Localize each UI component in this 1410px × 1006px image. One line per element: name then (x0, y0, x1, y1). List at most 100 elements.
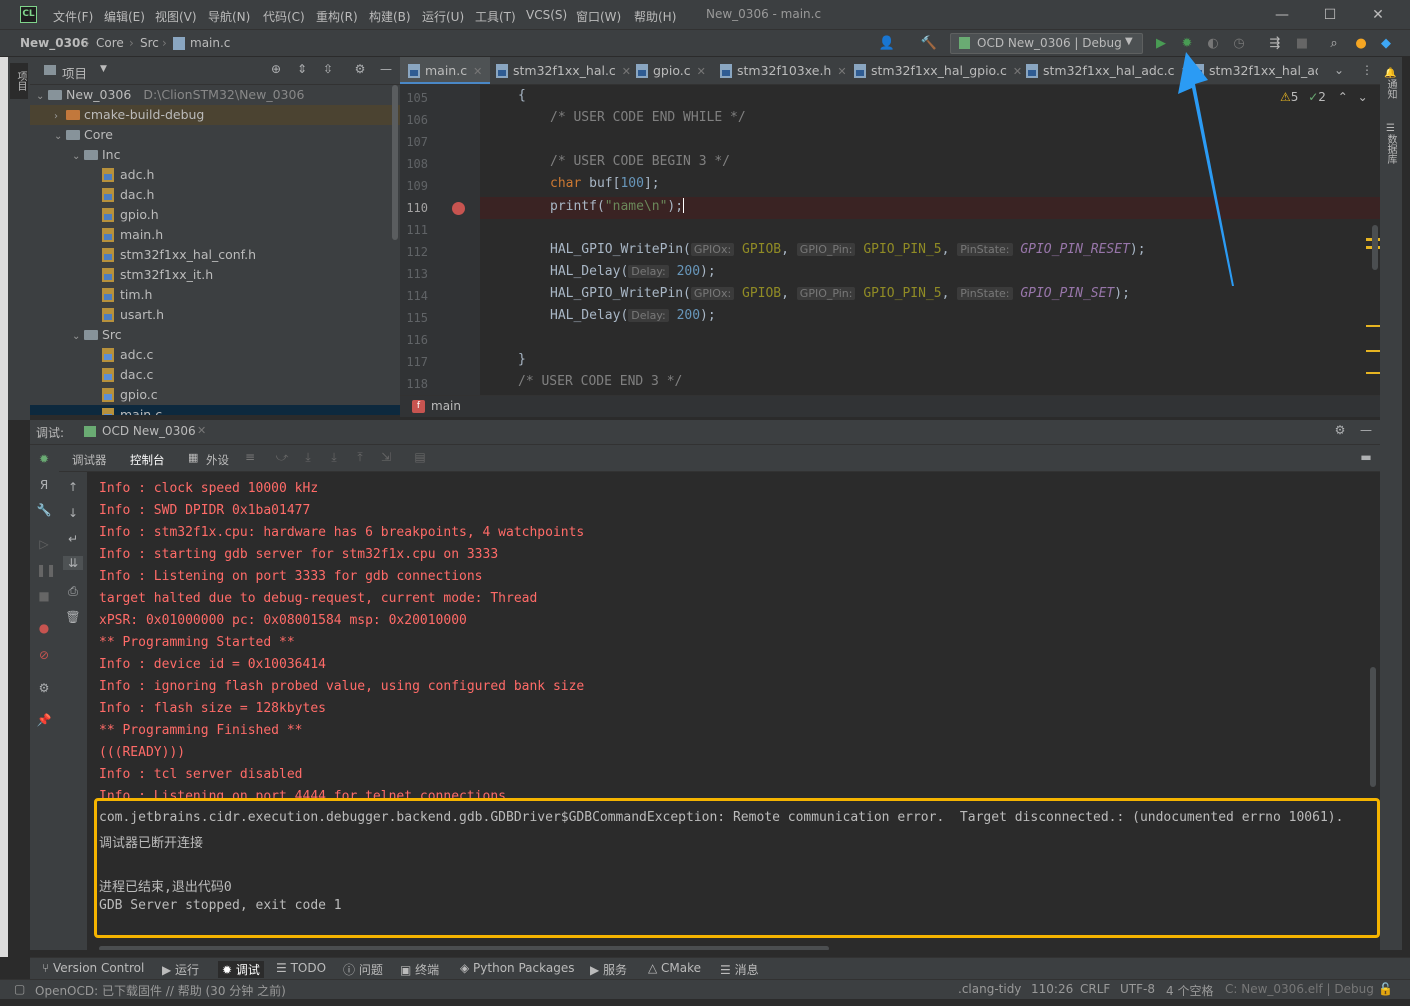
restore-layout-icon[interactable]: ▬ (1358, 450, 1374, 464)
collapse-all-icon[interactable]: ⇳ (320, 62, 336, 76)
tool-services[interactable]: ▶ 服务 (590, 961, 627, 978)
project-panel-title[interactable]: 项目 (62, 63, 87, 82)
user-icon[interactable]: 👤 (878, 35, 896, 52)
toggle-tool-windows-icon[interactable]: ▢ (14, 982, 25, 996)
tab-stm32f1xx-hal-c[interactable]: stm32f1xx_hal.c ✕ (488, 57, 639, 84)
notifications-tool-button[interactable]: 🔔通知 (1383, 67, 1398, 99)
inspection-widget[interactable]: ⚠5 ✓2 ⌃ ⌄ (1280, 90, 1368, 104)
breadcrumb-src[interactable]: Src (140, 36, 159, 50)
tree-item[interactable]: stm32f1xx_hal_conf.h (90, 245, 256, 265)
tree-item[interactable]: gpio.h (90, 205, 159, 225)
status-line-separator[interactable]: CRLF (1080, 982, 1110, 996)
breadcrumb-project[interactable]: New_0306 (20, 36, 89, 50)
tree-item[interactable]: ⌄ Core (54, 125, 113, 145)
evaluate-icon[interactable]: ▤ (412, 450, 428, 464)
editor-scrollbar[interactable] (1372, 225, 1378, 270)
tab-console[interactable]: 控制台 (130, 452, 165, 474)
tool-terminal[interactable]: ▣ 终端 (400, 961, 439, 978)
menu-run[interactable]: 运行(U) (422, 8, 464, 25)
tree-item[interactable]: adc.h (90, 165, 154, 185)
wrench-icon[interactable]: 🔧 (36, 503, 52, 517)
tree-item[interactable]: › cmake-build-debug (30, 105, 400, 125)
tree-root[interactable]: ⌄ New_0306 D:\ClionSTM32\New_0306 (36, 85, 304, 105)
resume-icon[interactable]: ▷ (36, 537, 52, 551)
build-hammer-icon[interactable]: 🔨 (920, 35, 938, 52)
tool-problems[interactable]: ⓘ 问题 (343, 961, 383, 978)
tree-item[interactable]: usart.h (90, 305, 164, 325)
tree-item[interactable]: ⌄ Src (72, 325, 122, 345)
gear-icon[interactable]: ⚙ (1332, 423, 1348, 437)
pause-icon[interactable]: ❚❚ (36, 563, 56, 577)
rerun-icon[interactable]: Я (36, 478, 52, 492)
locate-file-icon[interactable]: ⊕ (268, 62, 284, 76)
tree-item[interactable]: adc.c (90, 345, 153, 365)
tree-scrollbar[interactable] (392, 85, 398, 240)
trash-icon[interactable]: 🗑 (65, 610, 81, 624)
step-over-icon[interactable]: ⤓ (300, 450, 316, 465)
chevron-up-icon[interactable]: ⌃ (1338, 90, 1348, 104)
menu-build[interactable]: 构建(B) (369, 8, 411, 25)
jetbrains-toolbox-icon[interactable]: ◆ (1377, 35, 1395, 52)
status-context[interactable]: C: New_0306.elf | Debug (1225, 982, 1374, 996)
mute-breakpoints-icon[interactable]: ⊘ (36, 648, 52, 662)
menu-window[interactable]: 窗口(W) (576, 8, 621, 25)
more-options-icon[interactable]: ⋮ (1360, 63, 1374, 77)
tool-messages[interactable]: ☰ 消息 (720, 961, 759, 978)
attach-debugger-icon[interactable]: ⇶ (1266, 35, 1284, 52)
chevron-down-icon[interactable]: ▼ (100, 64, 107, 74)
step-into-icon[interactable]: ⤓ (326, 450, 342, 465)
menu-refactor[interactable]: 重构(R) (316, 8, 358, 25)
breadcrumb-file[interactable]: main.c (190, 36, 230, 50)
layout-icon[interactable]: ≡ (242, 450, 258, 464)
tool-debug[interactable]: ✹ 调试 (218, 961, 264, 978)
tab-gpio-c[interactable]: gpio.c ✕ (628, 57, 714, 84)
stop-icon[interactable]: ■ (1293, 35, 1311, 52)
lock-icon[interactable]: 🔓 (1378, 982, 1393, 996)
down-arrow-icon[interactable]: ↓ (65, 506, 81, 520)
database-tool-button[interactable]: ☰数据库 (1383, 123, 1398, 164)
menu-navigate[interactable]: 导航(N) (208, 8, 250, 25)
run-icon[interactable]: ▶ (1152, 35, 1170, 52)
close-icon[interactable]: ✕ (697, 65, 706, 78)
up-arrow-icon[interactable]: ↑ (65, 480, 81, 494)
run-to-cursor-icon[interactable]: ⇲ (378, 450, 394, 464)
debug-session-tab[interactable]: OCD New_0306 (102, 424, 196, 438)
tree-item[interactable]: tim.h (90, 285, 152, 305)
tree-item[interactable]: gpio.c (90, 385, 158, 405)
menu-help[interactable]: 帮助(H) (634, 8, 676, 25)
tree-item[interactable]: ⌄ Inc (72, 145, 120, 165)
tab-stm32f1xx-hal-gpio-c[interactable]: stm32f1xx_hal_gpio.c ✕ (846, 57, 1030, 84)
breakpoint-marker[interactable] (452, 202, 465, 215)
menu-tools[interactable]: 工具(T) (475, 8, 516, 25)
expand-all-icon[interactable]: ⇕ (294, 62, 310, 76)
gear-icon[interactable]: ⚙ (36, 681, 52, 695)
close-window-button[interactable]: ✕ (1368, 5, 1388, 25)
tab-peripherals[interactable]: 外设 (206, 452, 229, 468)
menu-vcs[interactable]: VCS(S) (526, 8, 567, 22)
tab-debugger[interactable]: 调试器 (72, 452, 107, 468)
tool-todo[interactable]: ☰ TODO (276, 961, 326, 975)
menu-code[interactable]: 代码(C) (263, 8, 305, 25)
scroll-to-end-icon[interactable]: ⇊ (63, 556, 83, 570)
breadcrumb-core[interactable]: Core (96, 36, 124, 50)
run-configuration-select[interactable]: OCD New_0306 | Debug ▼ (950, 33, 1143, 54)
tool-run[interactable]: ▶ 运行 (162, 961, 199, 978)
error-stripe-mark[interactable] (1366, 325, 1380, 327)
console-horizontal-scrollbar[interactable] (99, 946, 829, 950)
chevron-down-icon[interactable]: ⌄ (72, 147, 84, 167)
chevron-down-icon[interactable]: ⌄ (1358, 90, 1368, 104)
tab-stm32f103xe-h[interactable]: stm32f103xe.h ✕ (712, 57, 855, 84)
hide-panel-icon[interactable]: — (1358, 423, 1374, 437)
gear-icon[interactable]: ⚙ (352, 62, 368, 76)
status-indent[interactable]: 4 个空格 (1166, 982, 1213, 999)
tabs-dropdown-icon[interactable]: ⌄ (1332, 63, 1346, 77)
chevron-down-icon[interactable]: ⌄ (54, 127, 66, 147)
tree-item[interactable]: main.c (30, 405, 400, 415)
view-breakpoints-icon[interactable]: ● (36, 621, 52, 635)
tree-item[interactable]: dac.h (90, 185, 154, 205)
search-icon[interactable]: ⌕ (1325, 35, 1343, 52)
step-out-icon[interactable]: ⤒ (352, 450, 368, 465)
chevron-right-icon[interactable]: › (54, 107, 66, 127)
status-message[interactable]: OpenOCD: 已下载固件 // 帮助 (30 分钟 之前) (35, 982, 286, 999)
show-execution-point-icon[interactable]: ⤻ (274, 450, 290, 465)
